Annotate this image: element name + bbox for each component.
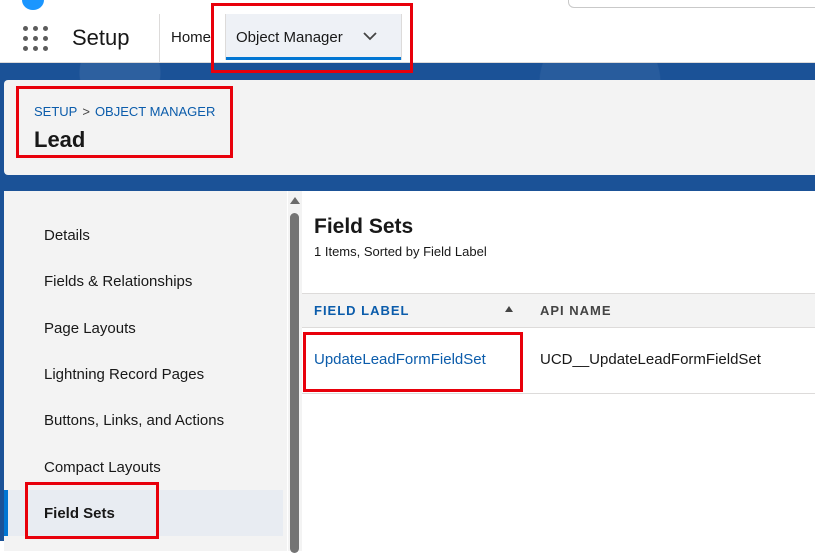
tab-object-manager[interactable]: Object Manager [225, 14, 402, 60]
nav-divider [159, 14, 160, 62]
table-row: UpdateLeadFormFieldSet UCD__UpdateLeadFo… [302, 327, 815, 394]
column-header-field-label[interactable]: FIELD LABEL [314, 303, 410, 318]
object-sidebar: Details Fields & Relationships Page Layo… [4, 191, 287, 551]
app-launcher-icon[interactable] [23, 26, 49, 52]
sidebar-item-compact-layouts[interactable]: Compact Layouts [4, 444, 283, 490]
sidebar-item-label: Field Sets [44, 505, 115, 522]
breadcrumb-separator: > [82, 104, 90, 119]
sidebar-item-lightning-record-pages[interactable]: Lightning Record Pages [4, 351, 283, 397]
app-name: Setup [72, 25, 130, 50]
salesforce-logo-icon[interactable] [22, 0, 44, 10]
top-strip [0, 0, 815, 14]
sidebar-item-page-layouts[interactable]: Page Layouts [4, 305, 283, 351]
page-title: Lead [34, 127, 86, 152]
sidebar-item-label: Compact Layouts [44, 459, 161, 476]
sidebar-item-label: Page Layouts [44, 320, 136, 337]
field-set-link[interactable]: UpdateLeadFormFieldSet [314, 351, 486, 368]
active-tab-indicator [226, 57, 401, 60]
sidebar-item-buttons-links-actions[interactable]: Buttons, Links, and Actions [4, 397, 283, 443]
context-navigation-bar: Setup Home Object Manager [0, 14, 815, 63]
table-header: FIELD LABEL API NAME [302, 293, 815, 328]
global-search-input[interactable] [568, 0, 815, 8]
sidebar-item-label: Fields & Relationships [44, 273, 193, 290]
sidebar-item-label: Details [44, 227, 90, 244]
object-detail-content: Details Fields & Relationships Page Layo… [4, 191, 815, 553]
sort-ascending-icon[interactable] [505, 306, 513, 312]
breadcrumb-setup-link[interactable]: SETUP [34, 104, 77, 119]
object-header: SETUP > OBJECT MANAGER Lead [4, 80, 815, 175]
breadcrumb: SETUP > OBJECT MANAGER [34, 104, 215, 119]
sidebar-item-details[interactable]: Details [4, 212, 283, 258]
sidebar-item-label: Lightning Record Pages [44, 366, 205, 383]
list-summary: 1 Items, Sorted by Field Label [314, 244, 487, 259]
section-title: Field Sets [314, 215, 414, 238]
field-sets-panel: Field Sets 1 Items, Sorted by Field Labe… [302, 191, 815, 551]
scrollbar-thumb[interactable] [290, 213, 299, 553]
tab-home[interactable]: Home [171, 29, 211, 46]
active-item-indicator [4, 490, 8, 536]
sidebar-item-label: Buttons, Links, and Actions [44, 412, 225, 429]
column-header-api-name[interactable]: API NAME [540, 303, 612, 318]
breadcrumb-object-manager-link[interactable]: OBJECT MANAGER [95, 104, 215, 119]
sidebar-item-fields-relationships[interactable]: Fields & Relationships [4, 258, 283, 304]
scroll-up-arrow-icon[interactable] [290, 197, 300, 204]
tab-object-manager-label: Object Manager [236, 29, 343, 46]
sidebar-item-field-sets[interactable]: Field Sets [4, 490, 283, 536]
api-name-cell: UCD__UpdateLeadFormFieldSet [540, 351, 761, 368]
chevron-down-icon[interactable] [363, 31, 377, 41]
